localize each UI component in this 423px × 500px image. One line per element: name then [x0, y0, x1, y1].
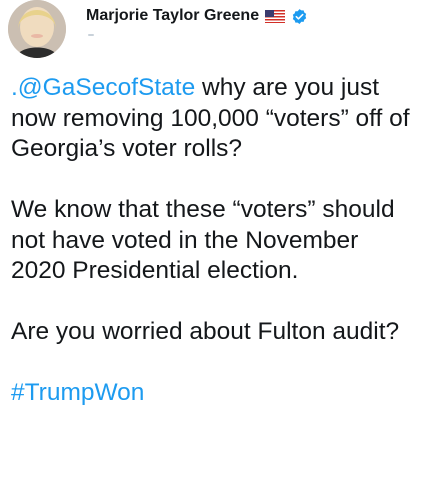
avatar[interactable]	[8, 0, 66, 58]
display-name[interactable]: Marjorie Taylor Greene	[86, 7, 259, 25]
paragraph-1: .@GaSecofState why are you just now remo…	[11, 73, 416, 165]
mention-link[interactable]: .@GaSecofState	[11, 74, 195, 101]
verified-badge-icon	[292, 8, 307, 24]
hashtag-link[interactable]: #TrumpWon	[11, 379, 144, 406]
paragraph-4: #TrumpWon	[11, 378, 416, 409]
avatar-photo	[8, 0, 66, 58]
us-flag-icon	[265, 9, 286, 23]
handle-placeholder	[88, 34, 94, 36]
tweet-text: .@GaSecofState why are you just now remo…	[11, 73, 416, 409]
paragraph-2: We know that these “voters” should not h…	[11, 196, 395, 284]
paragraph-3: Are you worried about Fulton audit?	[11, 318, 400, 345]
name-row: Marjorie Taylor Greene	[86, 7, 308, 25]
